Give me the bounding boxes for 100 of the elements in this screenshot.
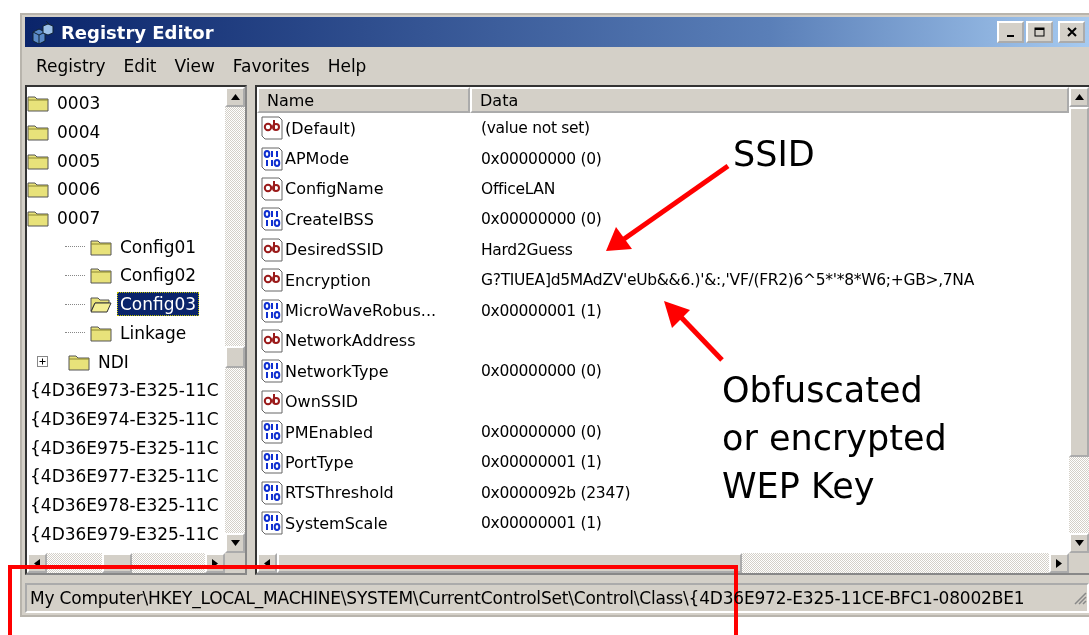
string-value-icon	[261, 116, 283, 141]
binary-value-icon	[261, 146, 283, 171]
up-triangle-icon	[1074, 94, 1084, 100]
menu-item[interactable]: Registry	[29, 54, 113, 78]
binary-value-icon	[261, 359, 283, 384]
scroll-down-button[interactable]	[1069, 533, 1089, 553]
folder-icon	[90, 237, 112, 256]
value-name[interactable]: MicroWaveRobus...	[285, 301, 437, 321]
scroll-up-button[interactable]	[225, 87, 245, 107]
value-data: G?TIUEA]d5MAdZV'eUb&&6.)'&:,'VF/(FR2)6^5*'*8*W6;+GB>,7NA	[480, 271, 974, 290]
menu-item[interactable]: Help	[320, 54, 374, 78]
tree-item[interactable]: {4D36E973-E325-11C	[27, 378, 222, 403]
binary-value-icon	[261, 511, 283, 536]
right-triangle-icon	[1056, 558, 1062, 568]
resize-grip-icon[interactable]	[1073, 591, 1087, 605]
value-name[interactable]: SystemScale	[285, 513, 388, 533]
menu-item[interactable]: View	[167, 54, 222, 78]
value-data: 0x00000000 (0)	[480, 362, 602, 381]
tree-item[interactable]: 0003	[54, 91, 104, 116]
close-button[interactable]	[1058, 21, 1085, 43]
string-value-icon	[261, 176, 283, 201]
value-name[interactable]: RTSThreshold	[285, 483, 394, 503]
value-data: 0x00000000 (0)	[480, 210, 602, 229]
binary-value-icon	[261, 420, 283, 445]
scrollbar-corner	[1069, 553, 1089, 573]
value-name[interactable]: NetworkType	[285, 361, 389, 381]
folder-icon	[27, 94, 49, 113]
tree-item[interactable]: {4D36E978-E325-11C	[27, 492, 222, 517]
tree-item[interactable]: NDI	[95, 349, 132, 374]
annotation-label: Obfuscated or encrypted WEP Key	[722, 369, 947, 508]
down-triangle-icon	[230, 540, 240, 546]
value-name[interactable]: OwnSSID	[285, 392, 359, 412]
minimize-button[interactable]	[997, 21, 1024, 43]
column-header[interactable]: Name	[257, 87, 470, 113]
value-data: 0x00000000 (0)	[480, 423, 602, 442]
maximize-icon	[1034, 27, 1045, 37]
value-name[interactable]: Encryption	[285, 270, 371, 290]
tree-item[interactable]: {4D36E975-E325-11C	[27, 435, 222, 460]
close-icon	[1066, 27, 1077, 37]
menu-item[interactable]: Favorites	[225, 54, 317, 78]
folder-icon	[27, 151, 49, 170]
tree-item[interactable]: {4D36E977-E325-11C	[27, 464, 222, 489]
scroll-right-button[interactable]	[1049, 553, 1069, 573]
tree-item[interactable]: 0006	[54, 177, 104, 202]
registry-cubes-icon	[31, 20, 55, 44]
tree-item[interactable]: Config01	[117, 234, 200, 259]
binary-value-icon	[261, 450, 283, 475]
tree-item[interactable]: Linkage	[117, 320, 190, 345]
tree-item[interactable]: 0007	[54, 206, 104, 231]
expand-icon[interactable]	[37, 356, 48, 368]
value-data: 0x00000000 (0)	[480, 149, 602, 168]
menu-item[interactable]: Edit	[116, 54, 164, 78]
tree-item[interactable]: {4D36E974-E325-11C	[27, 406, 222, 431]
minimize-icon	[1007, 34, 1014, 37]
scroll-up-button[interactable]	[1069, 87, 1089, 107]
left-triangle-icon	[34, 558, 40, 568]
value-name[interactable]: PMEnabled	[285, 422, 374, 442]
string-value-icon	[261, 328, 283, 353]
tree-item[interactable]: {4D36E979-E325-11C	[27, 521, 222, 546]
down-triangle-icon	[1074, 540, 1084, 546]
scrollbar-thumb[interactable]	[1069, 107, 1089, 457]
binary-value-icon	[261, 480, 283, 505]
folder-icon	[68, 352, 90, 371]
folder-icon	[27, 209, 49, 228]
value-name[interactable]: CreateIBSS	[285, 209, 374, 229]
binary-value-icon	[261, 298, 283, 323]
column-header[interactable]: Data	[470, 87, 1069, 113]
value-data: OfficeLAN	[480, 179, 555, 198]
folder-icon	[90, 266, 112, 285]
tree-item[interactable]: Config03	[117, 292, 200, 317]
window-title: Registry Editor	[61, 21, 214, 43]
open-folder-icon	[90, 295, 112, 314]
right-triangle-icon	[212, 558, 218, 568]
tree-item[interactable]: 0004	[54, 120, 104, 145]
up-triangle-icon	[230, 94, 240, 100]
string-value-icon	[261, 268, 283, 293]
value-data: 0x00000001 (1)	[480, 514, 602, 533]
folder-icon	[90, 323, 112, 342]
value-name[interactable]: NetworkAddress	[285, 331, 416, 351]
annotation-label: SSID	[733, 133, 815, 176]
value-name[interactable]: ConfigName	[285, 179, 384, 199]
string-value-icon	[261, 389, 283, 414]
value-name[interactable]: DesiredSSID	[285, 240, 384, 260]
maximize-button[interactable]	[1026, 21, 1053, 43]
folder-icon	[27, 123, 49, 142]
value-name[interactable]: (Default)	[285, 118, 356, 138]
tree-item[interactable]: Config02	[117, 263, 200, 288]
string-value-icon	[261, 237, 283, 262]
value-name[interactable]: APMode	[285, 149, 350, 169]
value-name[interactable]: PortType	[285, 453, 354, 472]
left-triangle-icon	[264, 558, 270, 568]
value-data: 0x0000092b (2347)	[480, 483, 631, 502]
binary-value-icon	[261, 207, 283, 232]
value-data: 0x00000001 (1)	[480, 453, 602, 472]
tree-item[interactable]: 0005	[54, 148, 104, 173]
scrollbar-thumb[interactable]	[225, 346, 245, 368]
folder-icon	[27, 180, 49, 199]
value-data: 0x00000001 (1)	[480, 301, 602, 320]
scroll-down-button[interactable]	[225, 533, 245, 553]
arrow	[662, 300, 726, 364]
